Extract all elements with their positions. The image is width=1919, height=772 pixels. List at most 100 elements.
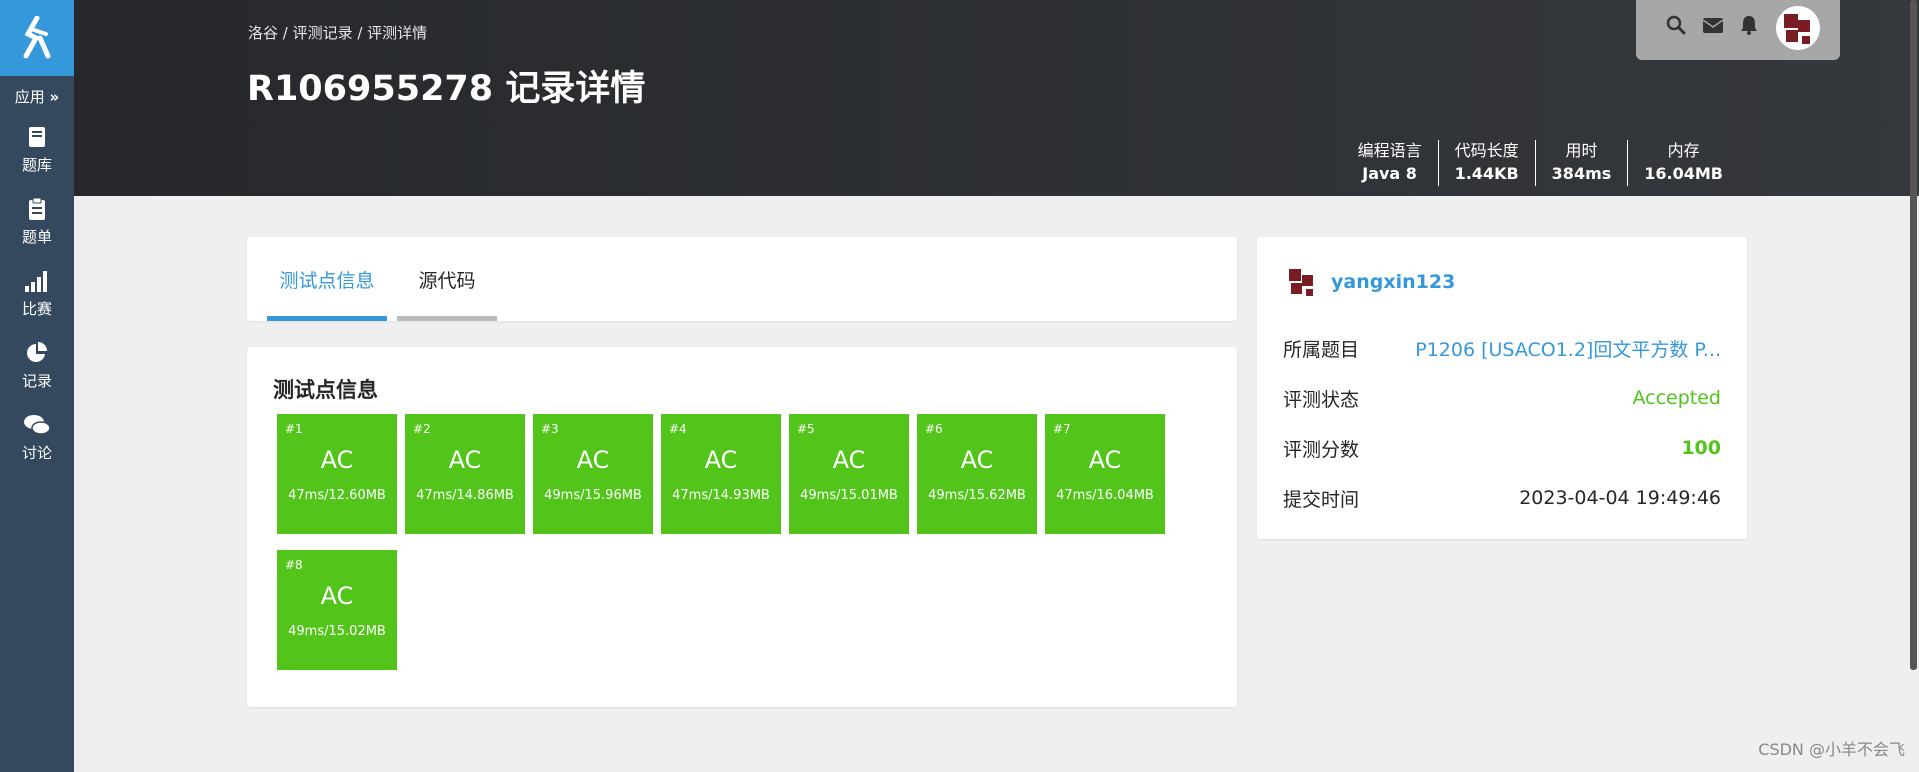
apps-toggle[interactable]: 应用 » [0,86,74,107]
stat-value: 384ms [1551,164,1612,183]
testcase-status: AC [704,446,738,474]
testcases-card: 测试点信息 #1 AC 47ms/12.60MB #2 AC 47ms/14.86MB #3… [247,347,1237,707]
double-chevron-right-icon: » [49,88,60,106]
tab-indicator [397,316,497,321]
status-value: Accepted [1632,387,1721,409]
score-value: 100 [1681,437,1721,459]
bell-icon[interactable] [1740,15,1758,39]
info-row-status: 评测状态 Accepted [1283,383,1721,413]
sidebar-item-label: 比赛 [21,300,52,318]
stat-value: 1.44KB [1454,164,1519,183]
stat-label: 编程语言 [1357,141,1422,160]
avatar[interactable] [1776,6,1820,54]
testcase-result: 47ms/14.86MB [416,488,514,503]
testcase-status: AC [1088,446,1122,474]
info-row-problem: 所属题目 P1206 [USACO1.2]回文平方数 P... [1283,333,1721,363]
submit-time-value: 2023-04-04 19:49:46 [1519,487,1721,509]
username-link[interactable]: yangxin123 [1331,271,1455,293]
page-title: R106955278 记录详情 [247,69,646,109]
testcase-tile[interactable]: #2 AC 47ms/14.86MB [405,414,525,534]
stat-value: Java 8 [1362,164,1417,183]
testcase-status: AC [448,446,482,474]
sidebar-item-records[interactable]: 记录 [0,338,74,404]
sidebar-item-problem-lists[interactable]: 题单 [0,194,74,260]
tabs-card: 测试点信息 源代码 [247,237,1237,321]
record-info-card: yangxin123 所属题目 P1206 [USACO1.2]回文平方数 P.… [1257,237,1747,539]
testcase-tile[interactable]: #7 AC 47ms/16.04MB [1045,414,1165,534]
book-icon [27,122,47,152]
testcase-index: #6 [925,422,943,436]
testcase-index: #5 [797,422,815,436]
stat-language: 编程语言 Java 8 [1342,140,1438,186]
stat-code-length: 代码长度 1.44KB [1437,140,1535,186]
page-scrollbar[interactable] [1910,0,1917,670]
testcase-tile[interactable]: #1 AC 47ms/12.60MB [277,414,397,534]
tab-label: 源代码 [418,269,476,292]
tab-label: 测试点信息 [279,269,375,292]
testcase-result: 47ms/16.04MB [1056,488,1154,503]
sidebar-item-label: 讨论 [21,444,52,462]
testcase-result: 49ms/15.02MB [288,624,386,639]
testcase-status: AC [576,446,610,474]
sidebar: 应用 » 题库 题单 比赛 记录 讨论 [0,0,74,772]
stat-value: 16.04MB [1644,164,1723,183]
testcase-tile[interactable]: #4 AC 47ms/14.93MB [661,414,781,534]
apps-label: 应用 [14,88,45,106]
pie-chart-icon [25,338,49,368]
testcase-result: 49ms/15.01MB [800,488,898,503]
clipboard-icon [27,194,47,224]
testcase-tile[interactable]: #6 AC 49ms/15.62MB [917,414,1037,534]
mail-icon[interactable] [1702,17,1724,38]
stat-time: 用时 384ms [1534,140,1628,186]
testcase-status: AC [320,446,354,474]
testcase-index: #8 [285,558,303,572]
comments-icon [23,410,51,440]
testcase-status: AC [960,446,994,474]
bar-signal-icon [24,266,50,296]
page-header: 洛谷 / 评测记录 / 评测详情 R106955278 记录详情 编程语言 Ja… [74,0,1919,196]
info-label: 评测分数 [1283,438,1360,461]
testcase-status: AC [320,582,354,610]
user-avatar[interactable] [1283,263,1321,301]
tab-active-indicator [267,316,387,321]
stat-label: 代码长度 [1454,141,1519,160]
testcase-index: #3 [541,422,559,436]
info-label: 评测状态 [1283,388,1360,411]
testcase-tile[interactable]: #8 AC 49ms/15.02MB [277,550,397,670]
testcase-result: 47ms/14.93MB [672,488,770,503]
testcase-result: 47ms/12.60MB [288,488,386,503]
sidebar-item-label: 题单 [21,228,52,246]
info-label: 所属题目 [1283,338,1360,361]
search-icon[interactable] [1666,15,1686,39]
info-row-score: 评测分数 100 [1283,433,1721,463]
luogu-logo[interactable] [0,0,74,76]
sidebar-item-label: 记录 [21,372,52,390]
sidebar-item-contests[interactable]: 比赛 [0,266,74,332]
testcase-status: AC [832,446,866,474]
testcase-result: 49ms/15.96MB [544,488,642,503]
tab-testcases[interactable]: 测试点信息 [267,237,387,321]
tab-source-code[interactable]: 源代码 [397,237,497,321]
info-row-submit-time: 提交时间 2023-04-04 19:49:46 [1283,483,1721,513]
testcase-index: #4 [669,422,687,436]
sidebar-item-discuss[interactable]: 讨论 [0,410,74,476]
testcase-index: #1 [285,422,303,436]
stat-label: 用时 [1565,141,1598,160]
luogu-logo-icon [23,16,51,59]
user-nav-panel [1636,0,1840,60]
stat-label: 内存 [1667,141,1700,160]
testcase-tile[interactable]: #5 AC 49ms/15.01MB [789,414,909,534]
sidebar-item-label: 题库 [21,156,52,174]
sidebar-item-problems[interactable]: 题库 [0,122,74,188]
testcases-title: 测试点信息 [273,378,378,402]
breadcrumb[interactable]: 洛谷 / 评测记录 / 评测详情 [248,22,427,43]
record-stats: 编程语言 Java 8 代码长度 1.44KB 用时 384ms 内存 16.0… [1342,140,1739,186]
testcase-result: 49ms/15.62MB [928,488,1026,503]
testcase-index: #2 [413,422,431,436]
watermark: CSDN @小羊不会飞 [1758,740,1905,759]
testcase-tile[interactable]: #3 AC 49ms/15.96MB [533,414,653,534]
testcase-index: #7 [1053,422,1071,436]
submitter[interactable]: yangxin123 [1283,263,1455,301]
stat-memory: 内存 16.04MB [1627,140,1739,186]
problem-link[interactable]: P1206 [USACO1.2]回文平方数 P... [1415,335,1721,362]
